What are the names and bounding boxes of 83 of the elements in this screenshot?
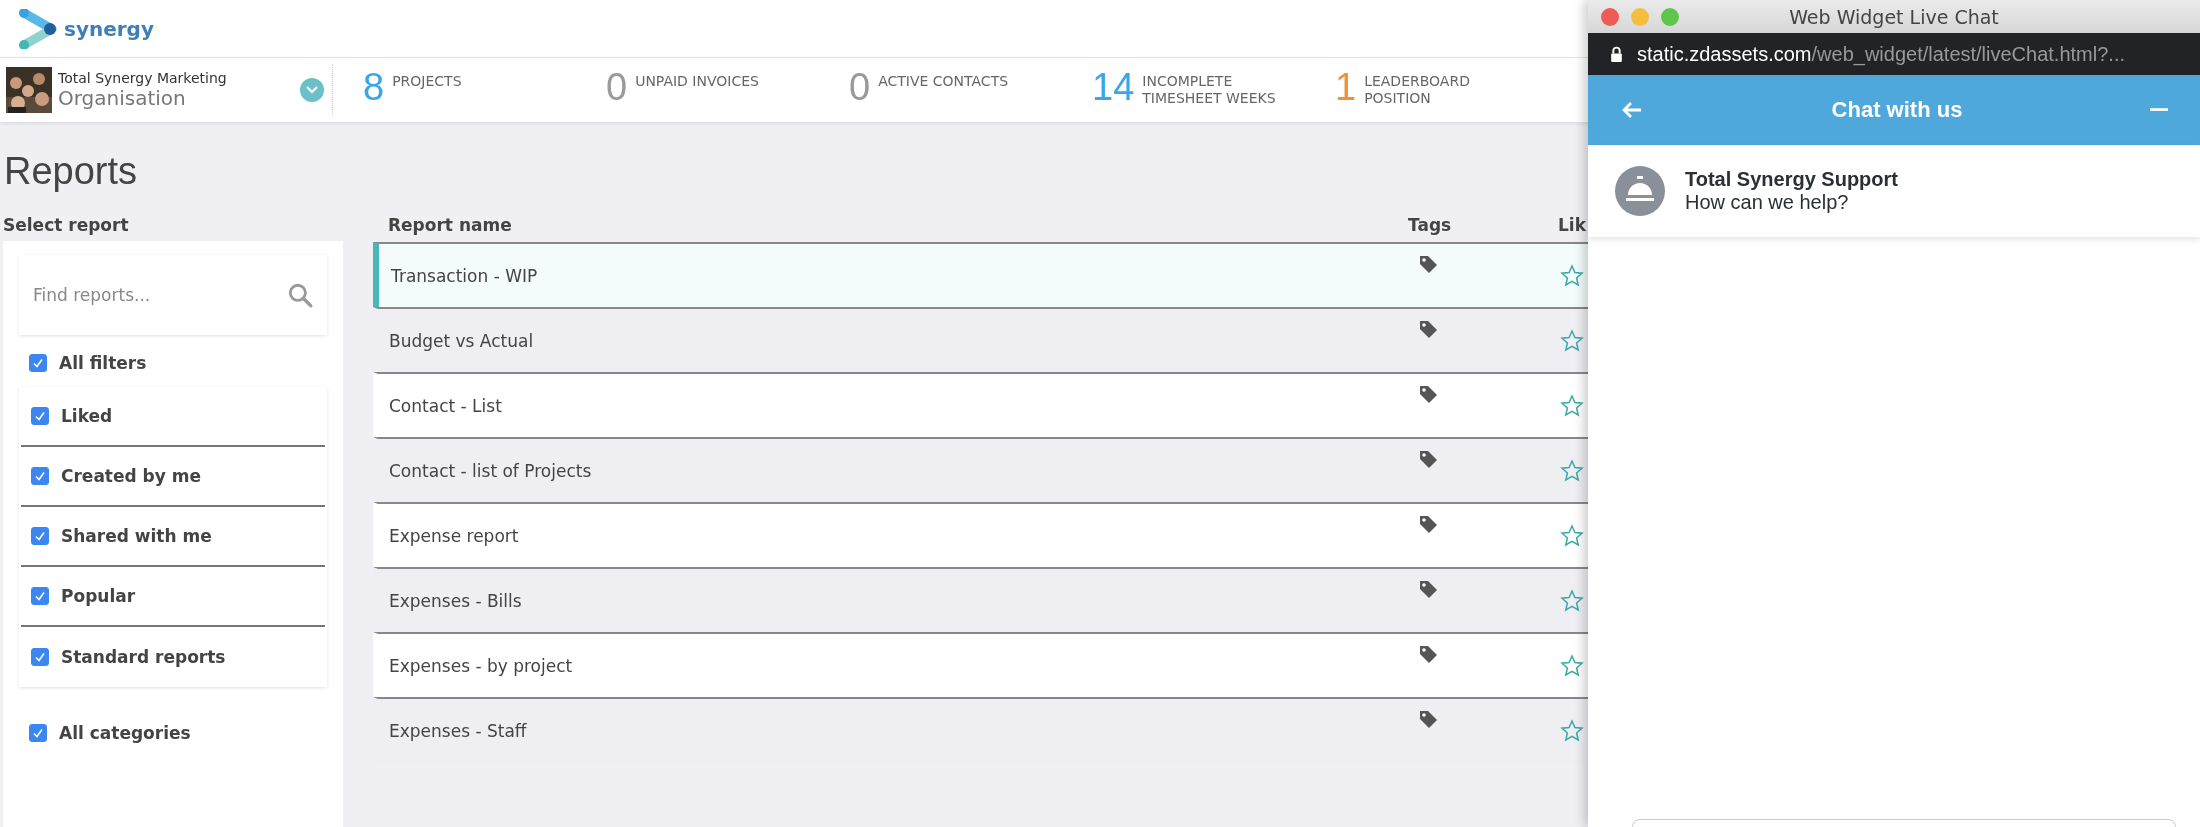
maximize-button[interactable] — [1661, 7, 1679, 26]
search-icon[interactable] — [287, 282, 313, 308]
report-name: Expenses - Bills — [389, 590, 523, 611]
stat-number: 1 — [1335, 66, 1357, 108]
stat-label: UNPAID INVOICES — [635, 72, 760, 90]
checkbox[interactable] — [31, 587, 49, 605]
tag-icon[interactable] — [1418, 253, 1438, 274]
star-icon[interactable] — [1560, 588, 1584, 613]
report-name: Transaction - WIP — [391, 265, 539, 286]
checkbox-label: Standard reports — [61, 647, 226, 667]
window-title: Web Widget Live Chat — [1789, 5, 1999, 28]
checkbox-label: Liked — [61, 406, 113, 426]
report-name: Expense report — [389, 525, 520, 546]
tag-icon[interactable] — [1418, 578, 1438, 599]
checkbox[interactable] — [31, 467, 49, 485]
chat-title: Chat with us — [1831, 97, 1963, 123]
star-icon[interactable] — [1560, 328, 1584, 353]
stat-label: ACTIVE CONTACTS — [878, 72, 1010, 90]
checkbox[interactable] — [31, 527, 49, 545]
bell-icon — [1615, 166, 1665, 216]
checkmark-icon — [32, 727, 44, 739]
star-icon[interactable] — [1560, 263, 1584, 288]
report-name: Budget vs Actual — [389, 330, 535, 351]
agent-message: How can we help? — [1685, 191, 1850, 214]
stat-label: PROJECTS — [392, 72, 463, 90]
report-name: Contact - list of Projects — [389, 460, 593, 481]
organisation-name: Organisation — [58, 86, 187, 110]
agent-name: Total Synergy Support — [1685, 168, 1898, 191]
lock-icon — [1610, 45, 1623, 63]
checkmark-icon — [34, 590, 46, 602]
star-icon[interactable] — [1560, 393, 1584, 418]
star-icon[interactable] — [1560, 523, 1584, 548]
stat-number: 0 — [849, 66, 871, 108]
tag-icon[interactable] — [1418, 643, 1438, 664]
report-name: Expenses - Staff — [389, 720, 528, 741]
star-icon[interactable] — [1560, 718, 1584, 743]
report-row[interactable]: Expense report — [373, 502, 1588, 567]
checkmark-icon — [32, 357, 44, 369]
checkbox[interactable] — [29, 724, 47, 742]
chevron-icon[interactable] — [306, 86, 318, 94]
report-name: Expenses - by project — [389, 655, 574, 676]
tag-icon[interactable] — [1418, 448, 1438, 469]
close-button[interactable] — [1601, 7, 1619, 26]
checkbox[interactable] — [31, 407, 49, 425]
report-row[interactable]: Transaction - WIP — [373, 242, 1588, 307]
column-header: Tags — [1408, 215, 1453, 235]
company-name: Total Synergy Marketing — [58, 70, 228, 86]
checkbox-label: All filters — [59, 353, 147, 373]
checkmark-icon — [34, 410, 46, 422]
checkbox[interactable] — [29, 354, 47, 372]
stat-label: LEADERBOARD POSITION — [1364, 72, 1471, 107]
checkbox-label: Popular — [61, 586, 136, 606]
tag-icon[interactable] — [1418, 318, 1438, 339]
report-name: Contact - List — [389, 395, 503, 416]
sidebar-title: Select report — [3, 215, 130, 237]
tag-icon[interactable] — [1418, 383, 1438, 404]
minimize-icon[interactable] — [2150, 108, 2168, 112]
url-path: /web_widget/latest/liveChat.html?... — [1811, 42, 2125, 65]
logo-text: synergy — [64, 16, 154, 41]
report-row[interactable]: Contact - List — [373, 372, 1588, 437]
page-title: Reports — [4, 150, 138, 193]
checkmark-icon — [34, 470, 46, 482]
search-field[interactable]: Find reports... — [19, 255, 327, 335]
checkmark-icon — [34, 530, 46, 542]
logo-icon — [18, 8, 58, 49]
tag-icon[interactable] — [1418, 708, 1438, 729]
checkbox-label: Shared with me — [61, 526, 212, 546]
stat-number: 0 — [606, 66, 628, 108]
stat-label: INCOMPLETE TIMESHEET WEEKS — [1142, 72, 1277, 107]
checkbox-label: Created by me — [61, 466, 202, 486]
url-host: static.zdassets.com — [1637, 42, 1812, 65]
stat-number: 14 — [1092, 66, 1135, 108]
tag-icon[interactable] — [1418, 513, 1438, 534]
checkbox[interactable] — [31, 648, 49, 666]
stat-number: 8 — [363, 66, 385, 108]
star-icon[interactable] — [1560, 653, 1584, 678]
checkmark-icon — [34, 651, 46, 663]
column-header: Report name — [388, 215, 513, 235]
column-header: Lik — [1558, 215, 1587, 235]
report-row[interactable]: Expenses - by project — [373, 632, 1588, 697]
dropdown-button[interactable] — [300, 78, 324, 102]
checkbox-label: All categories — [59, 723, 191, 743]
star-icon[interactable] — [1560, 458, 1584, 483]
